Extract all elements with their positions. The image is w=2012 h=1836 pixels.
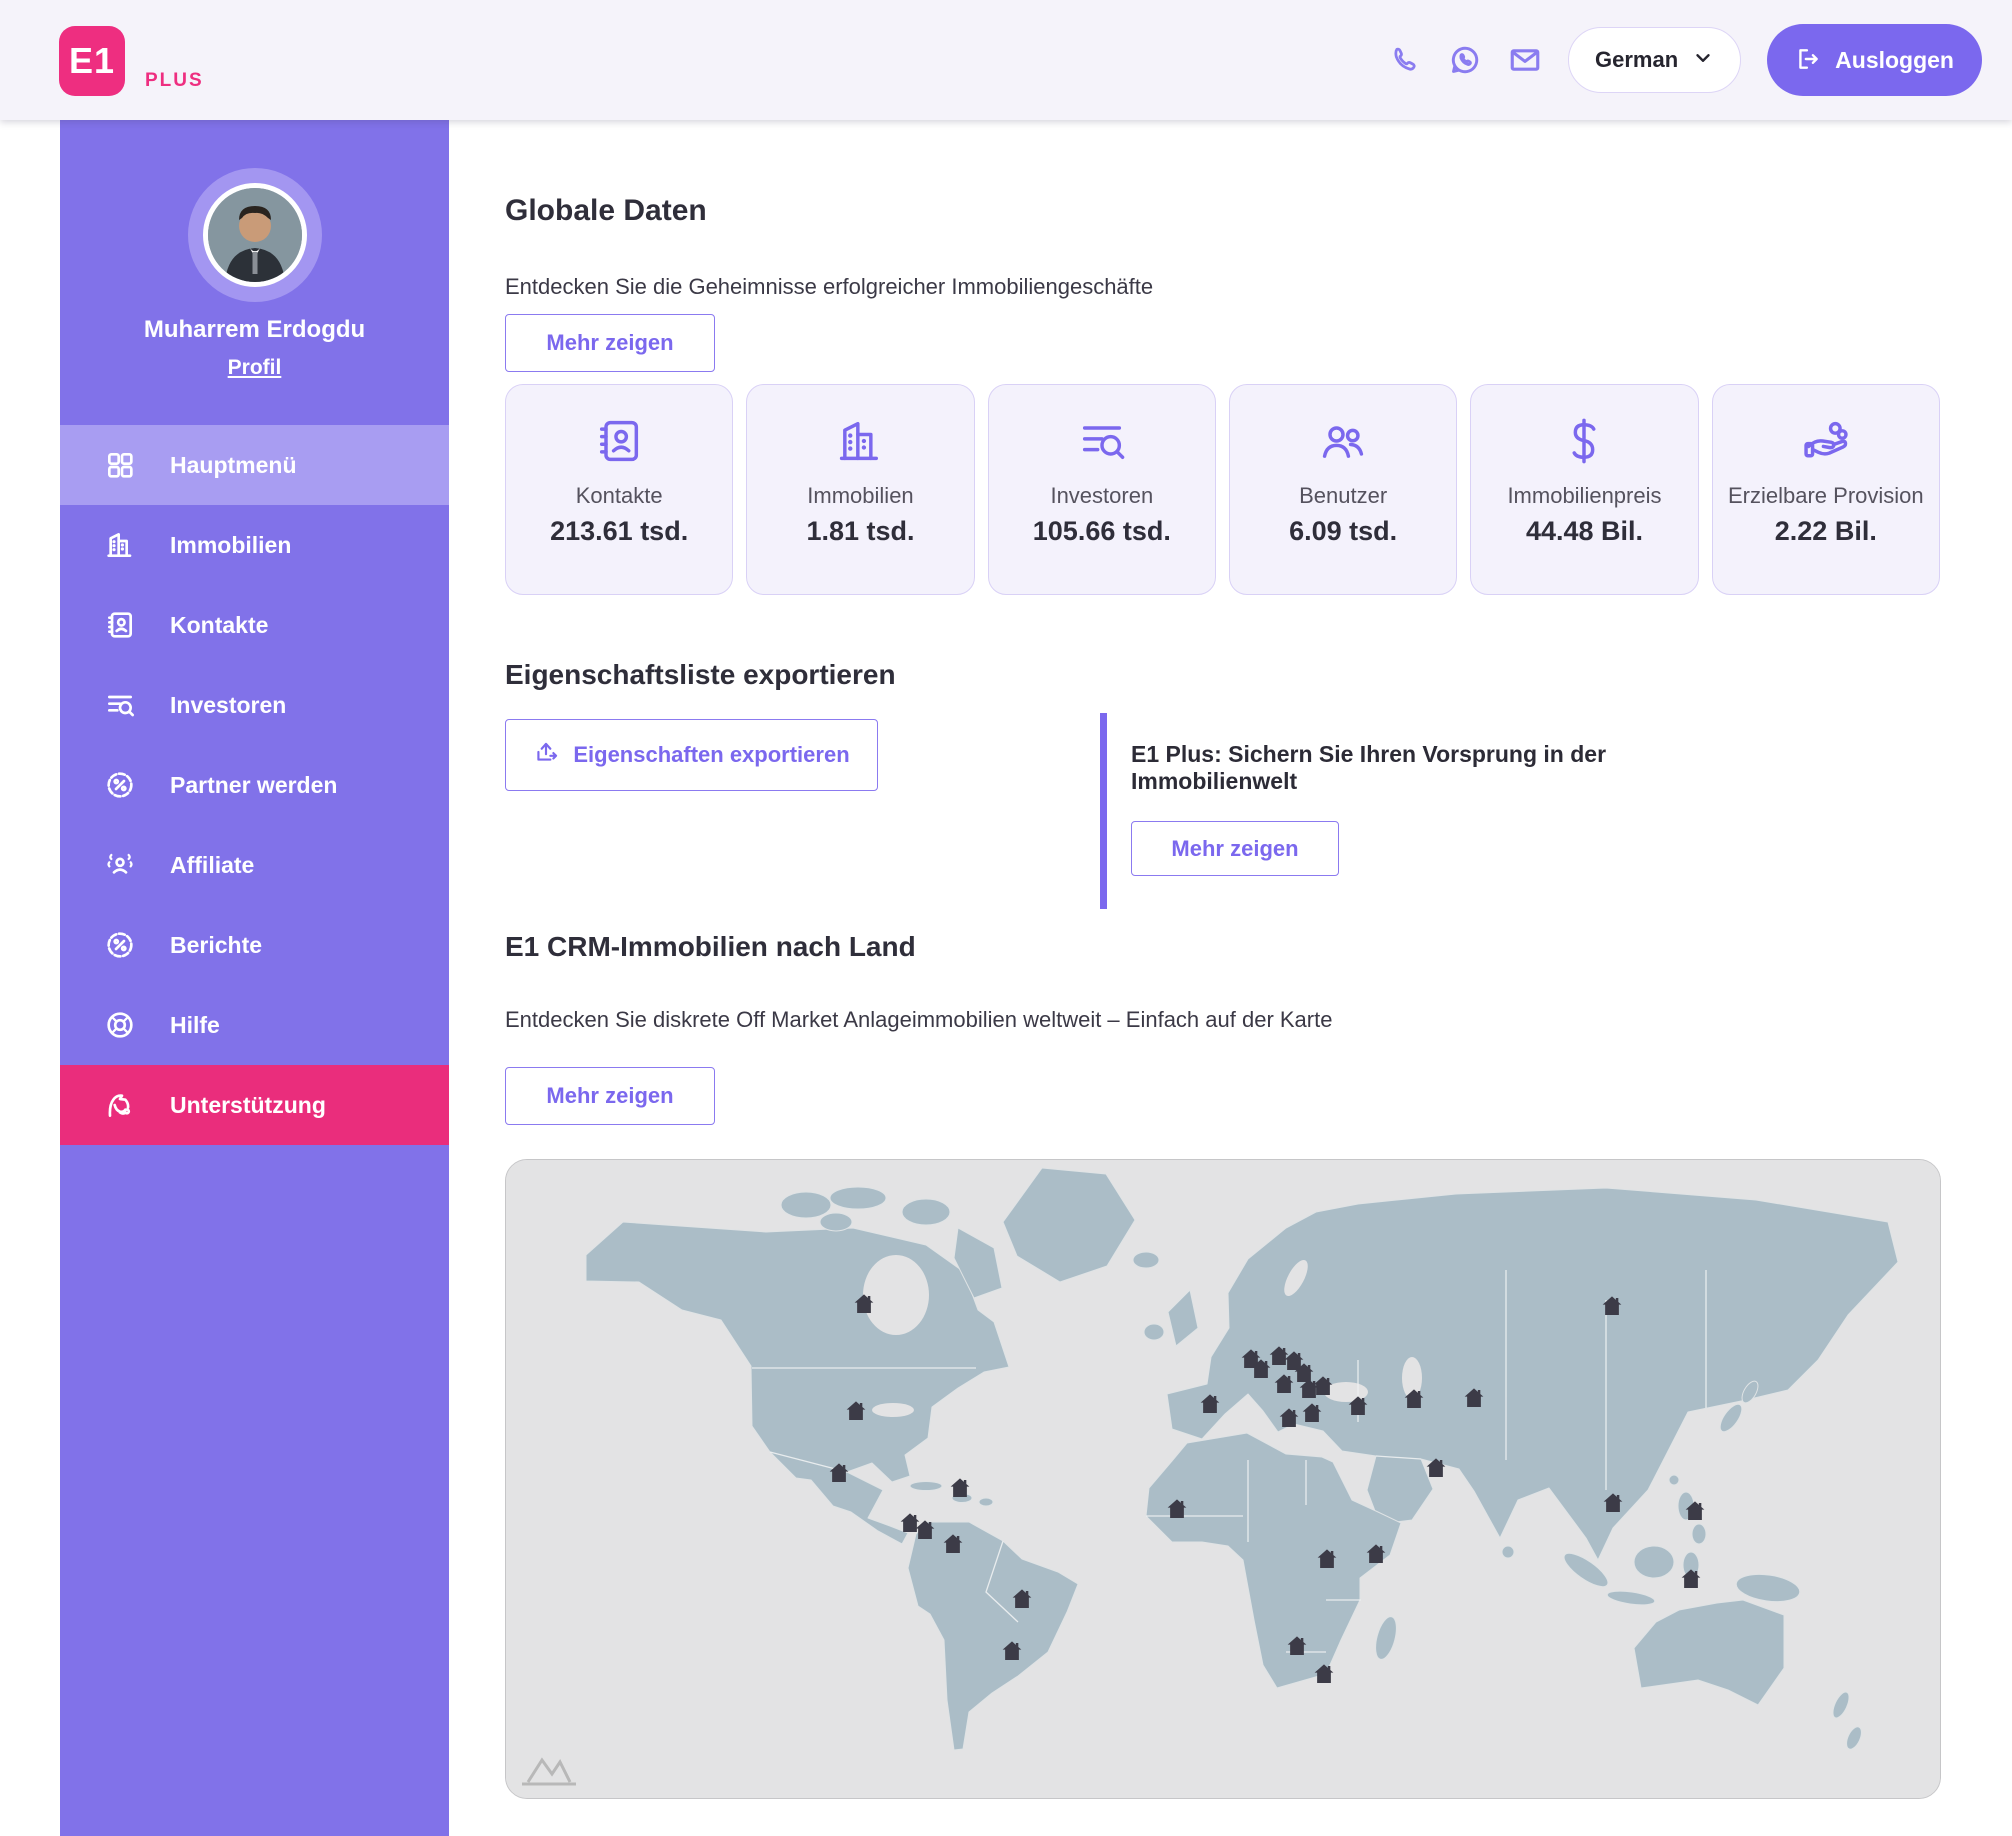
- stat-label: Erzielbare Provision: [1720, 483, 1932, 509]
- page: E1 PLUS German: [0, 0, 2012, 1836]
- sidebar-menu: Hauptmenü Immobilien: [60, 425, 449, 1145]
- logo-plus-badge: PLUS: [145, 70, 204, 92]
- top-bar: E1 PLUS German: [0, 0, 2012, 120]
- stat-card-kontakte[interactable]: Kontakte 213.61 tsd.: [505, 384, 733, 595]
- export-button-label: Eigenschaften exportieren: [573, 742, 849, 768]
- stat-label: Kontakte: [568, 483, 671, 509]
- stat-card-immobilienpreis[interactable]: Immobilienpreis 44.48 Bil.: [1470, 384, 1698, 595]
- stat-card-provision[interactable]: Erzielbare Provision 2.22 Bil.: [1712, 384, 1940, 595]
- topbar-controls: German Ausloggen: [1388, 0, 1982, 120]
- dollar-icon: [1558, 415, 1610, 467]
- profile-block: Muharrem Erdogdu Profil: [60, 120, 449, 425]
- sidebar-item-label: Partner werden: [170, 772, 337, 799]
- logout-button[interactable]: Ausloggen: [1767, 24, 1982, 96]
- stat-value: 2.22 Bil.: [1775, 516, 1877, 547]
- stat-value: 1.81 tsd.: [806, 516, 914, 547]
- users-icon: [1317, 415, 1369, 467]
- stat-label: Immobilien: [799, 483, 921, 509]
- export-section-title: Eigenschaftsliste exportieren: [505, 659, 1940, 691]
- contact-book-icon: [102, 607, 138, 643]
- language-value: German: [1595, 47, 1678, 73]
- stat-label: Immobilienpreis: [1499, 483, 1669, 509]
- main-content: Globale Daten Entdecken Sie die Geheimni…: [449, 120, 2012, 1836]
- language-selector[interactable]: German: [1568, 27, 1741, 93]
- phone-icon[interactable]: [1388, 43, 1422, 77]
- stat-card-investoren[interactable]: Investoren 105.66 tsd.: [988, 384, 1216, 595]
- logo-text: E1: [69, 40, 115, 82]
- export-icon: [533, 739, 559, 771]
- sidebar-item-label: Immobilien: [170, 532, 291, 559]
- stat-card-benutzer[interactable]: Benutzer 6.09 tsd.: [1229, 384, 1457, 595]
- global-section-title: Globale Daten: [505, 194, 1940, 228]
- logout-icon: [1795, 46, 1821, 75]
- chevron-down-icon: [1692, 47, 1714, 74]
- avatar[interactable]: [203, 183, 307, 287]
- world-map[interactable]: [505, 1159, 1941, 1799]
- grid-icon: [102, 447, 138, 483]
- percent-badge-icon: [102, 767, 138, 803]
- stat-value: 44.48 Bil.: [1526, 516, 1643, 547]
- export-row: Eigenschaften exportieren E1 Plus: Siche…: [505, 719, 1940, 929]
- sidebar-item-immobilien[interactable]: Immobilien: [60, 505, 449, 585]
- whatsapp-icon[interactable]: [1448, 43, 1482, 77]
- stat-value: 6.09 tsd.: [1289, 516, 1397, 547]
- percent-badge-icon: [102, 927, 138, 963]
- sidebar-item-label: Investoren: [170, 692, 286, 719]
- sidebar-item-partner-werden[interactable]: Partner werden: [60, 745, 449, 825]
- global-more-button[interactable]: Mehr zeigen: [505, 314, 715, 372]
- list-search-icon: [1076, 415, 1128, 467]
- sidebar-item-affiliate[interactable]: Affiliate: [60, 825, 449, 905]
- sidebar-item-label: Berichte: [170, 932, 262, 959]
- stat-label: Benutzer: [1291, 483, 1395, 509]
- export-more-button[interactable]: Mehr zeigen: [1131, 821, 1339, 876]
- sidebar: Muharrem Erdogdu Profil Hauptmenü: [60, 120, 449, 1836]
- stat-card-immobilien[interactable]: Immobilien 1.81 tsd.: [746, 384, 974, 595]
- stat-label: Investoren: [1042, 483, 1161, 509]
- sidebar-item-label: Hauptmenü: [170, 452, 297, 479]
- sidebar-item-label: Kontakte: [170, 612, 268, 639]
- stats-row: Kontakte 213.61 tsd. Immobilien 1.81 tsd…: [505, 384, 1940, 595]
- sidebar-item-label: Unterstützung: [170, 1092, 326, 1119]
- sidebar-item-unterstutzung[interactable]: Unterstützung: [60, 1065, 449, 1145]
- building-icon: [102, 527, 138, 563]
- map-more-button[interactable]: Mehr zeigen: [505, 1067, 715, 1125]
- logout-label: Ausloggen: [1835, 47, 1954, 74]
- contact-book-icon: [593, 415, 645, 467]
- support-agent-icon: [102, 1087, 138, 1123]
- lifebuoy-icon: [102, 1007, 138, 1043]
- sidebar-item-kontakte[interactable]: Kontakte: [60, 585, 449, 665]
- quote-text: E1 Plus: Sichern Sie Ihren Vorsprung in …: [1131, 741, 1700, 795]
- list-search-icon: [102, 687, 138, 723]
- stat-value: 105.66 tsd.: [1033, 516, 1171, 547]
- stat-value: 213.61 tsd.: [550, 516, 688, 547]
- sidebar-item-hauptmenu[interactable]: Hauptmenü: [60, 425, 449, 505]
- left-gutter: [0, 120, 60, 1836]
- sidebar-item-investoren[interactable]: Investoren: [60, 665, 449, 745]
- quote-block: E1 Plus: Sichern Sie Ihren Vorsprung in …: [1100, 713, 1700, 909]
- mail-icon[interactable]: [1508, 43, 1542, 77]
- profile-link[interactable]: Profil: [60, 356, 449, 380]
- user-name: Muharrem Erdogdu: [60, 316, 449, 344]
- avatar-halo: [188, 168, 322, 302]
- sidebar-item-berichte[interactable]: Berichte: [60, 905, 449, 985]
- sidebar-item-hilfe[interactable]: Hilfe: [60, 985, 449, 1065]
- people-icon: [102, 847, 138, 883]
- building-icon: [834, 415, 886, 467]
- export-properties-button[interactable]: Eigenschaften exportieren: [505, 719, 878, 791]
- map-section-title: E1 CRM-Immobilien nach Land: [505, 931, 1940, 963]
- sidebar-item-label: Affiliate: [170, 852, 254, 879]
- sidebar-item-label: Hilfe: [170, 1012, 220, 1039]
- map-section-subtitle: Entdecken Sie diskrete Off Market Anlage…: [505, 1007, 1940, 1033]
- global-section-subtitle: Entdecken Sie die Geheimnisse erfolgreic…: [505, 274, 1940, 300]
- hand-coins-icon: [1800, 415, 1852, 467]
- e1-logo[interactable]: E1: [59, 26, 125, 96]
